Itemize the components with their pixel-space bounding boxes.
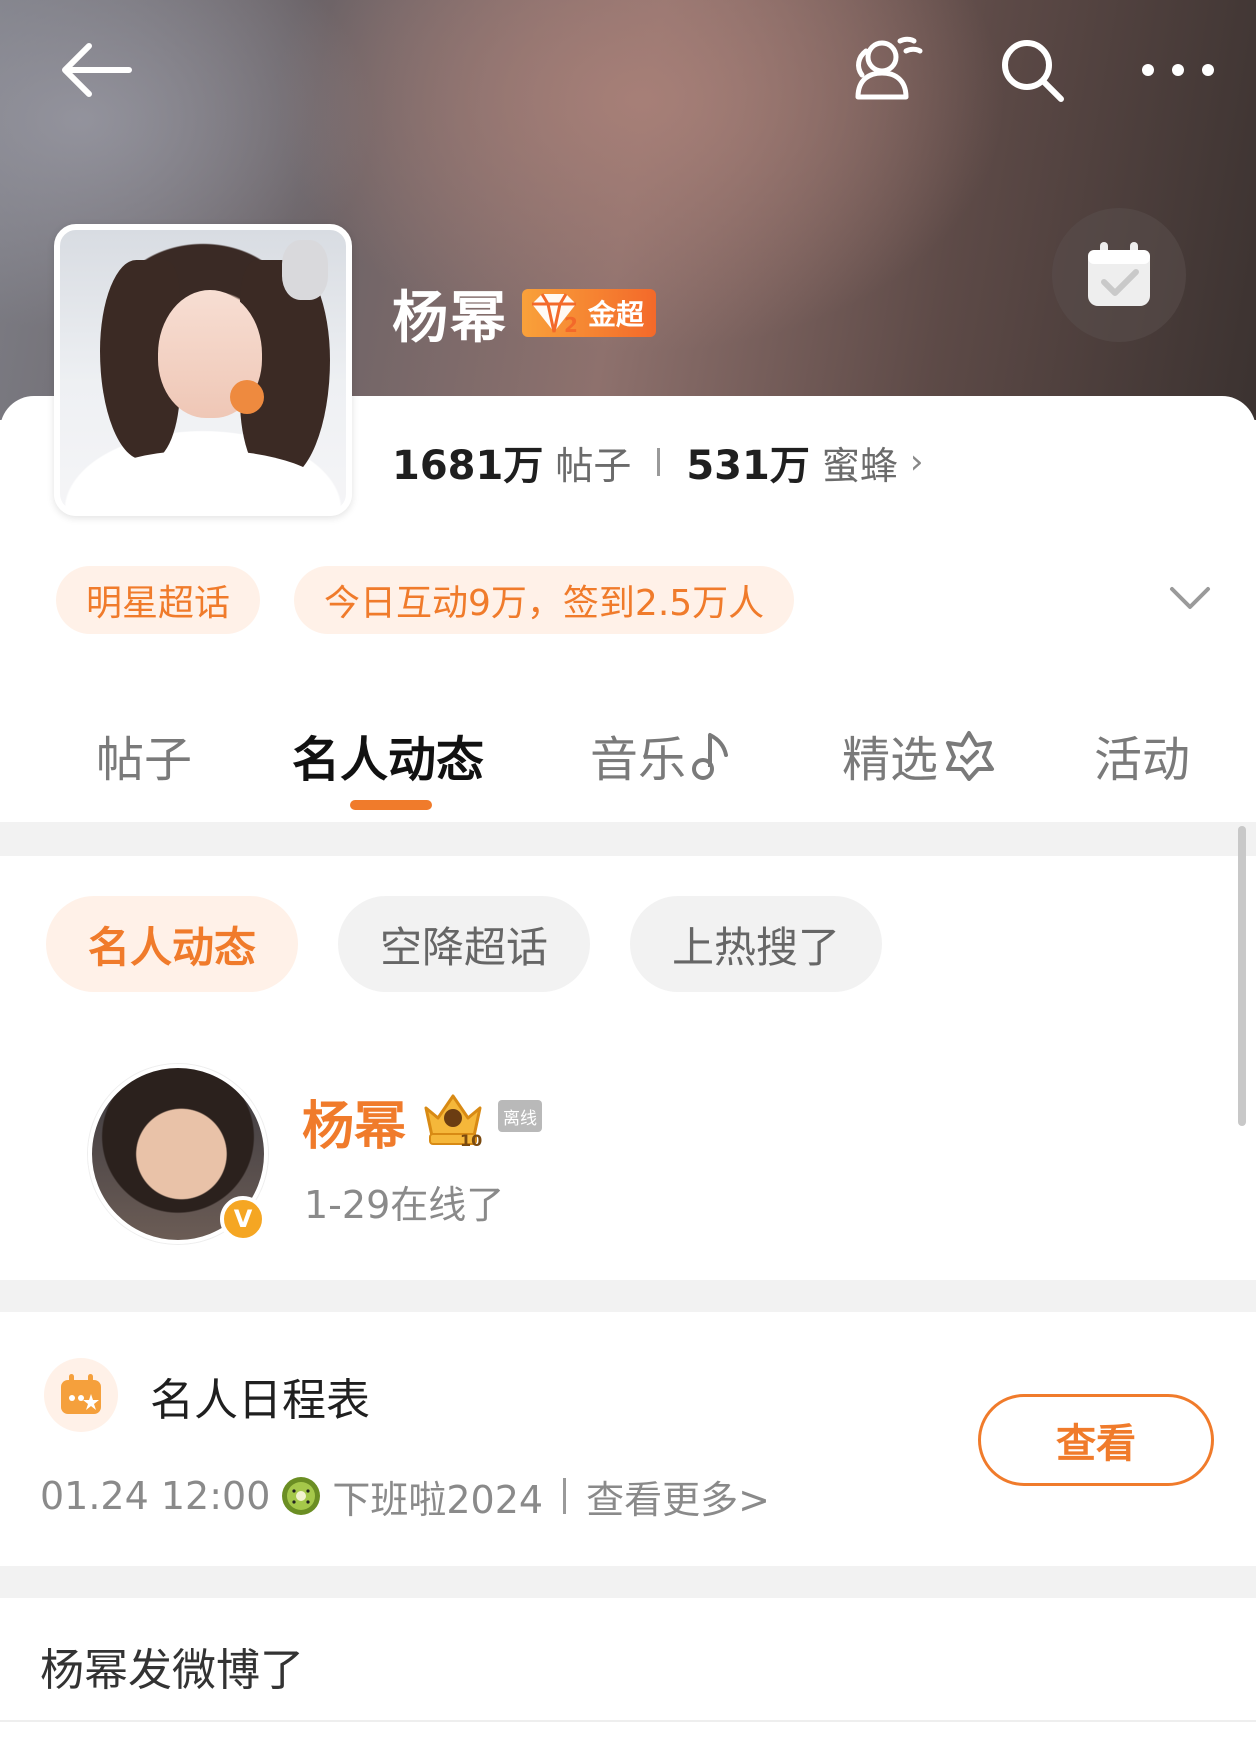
calendar-check-icon xyxy=(1088,242,1150,306)
diamond-icon: 2 xyxy=(532,293,578,334)
schedule-divider xyxy=(563,1478,567,1514)
verified-badge: V xyxy=(220,1196,266,1242)
chip-celebrity-updates[interactable]: 名人动态 xyxy=(46,896,299,992)
stats-row[interactable]: 1681万 帖子 531万 蜜蜂 › xyxy=(392,432,923,492)
super-topic-avatar[interactable] xyxy=(54,224,352,516)
avatar-flower xyxy=(230,380,264,414)
section-divider xyxy=(0,1280,1256,1312)
back-button[interactable] xyxy=(52,30,142,110)
super-topic-members-button[interactable] xyxy=(842,26,934,110)
music-note-icon xyxy=(692,733,729,780)
avatar-hair-bow xyxy=(282,240,328,300)
post-notice-title[interactable]: 杨幂发微博了 xyxy=(40,1634,304,1698)
schedule-calendar-icon xyxy=(44,1358,118,1432)
stats-divider xyxy=(657,448,661,476)
star-badge-icon xyxy=(946,731,995,781)
chip-trending[interactable]: 上热搜了 xyxy=(630,896,883,992)
schedule-title: 名人日程表 xyxy=(150,1375,370,1426)
arrow-left-icon xyxy=(62,43,132,97)
more-button[interactable] xyxy=(1132,34,1224,106)
tab-label: 活动 xyxy=(1094,732,1191,788)
profile-name-row: 杨幂 2 金超 xyxy=(392,278,657,351)
section-divider xyxy=(0,1566,1256,1598)
chevron-right-icon: › xyxy=(909,442,924,482)
fans-label: 蜜蜂 xyxy=(821,443,898,488)
fans-count: 531万 xyxy=(686,443,810,489)
tab-featured[interactable]: 精选 xyxy=(842,720,996,790)
schedule-info: 01.24 12:00 下班啦2024 查看更多> xyxy=(40,1466,770,1526)
filter-chips: 名人动态 空降超话 上热搜了 xyxy=(46,896,883,992)
tier-badge[interactable]: 2 金超 xyxy=(522,289,657,337)
tab-celebrity-updates[interactable]: 名人动态 xyxy=(292,720,484,790)
page: 杨幂 2 金超 1681万 帖子 531万 蜜蜂 › 明星超话 今日互动9万，签… xyxy=(0,0,1256,1746)
schedule-datetime: 01.24 12:00 xyxy=(40,1474,271,1518)
schedule-more-link[interactable]: 查看更多> xyxy=(586,1469,770,1524)
kiwi-icon xyxy=(282,1477,321,1515)
tab-activities[interactable]: 活动 xyxy=(1094,720,1190,790)
tab-label: 精选 xyxy=(842,732,939,788)
checkin-button[interactable] xyxy=(1052,208,1186,342)
celebrity-name[interactable]: 杨幂 xyxy=(302,1084,406,1159)
search-button[interactable] xyxy=(990,28,1074,112)
posts-label: 帖子 xyxy=(555,443,632,488)
crown-level: 10 xyxy=(460,1131,482,1148)
crown-icon: 10 xyxy=(420,1088,486,1150)
section-divider xyxy=(0,822,1256,856)
chevron-down-icon xyxy=(1170,587,1210,609)
tab-label: 名人动态 xyxy=(292,732,485,788)
tag-daily-activity[interactable]: 今日互动9万，签到2.5万人 xyxy=(294,566,795,634)
chip-airdrop-topic[interactable]: 空降超话 xyxy=(338,896,591,992)
scrollbar[interactable] xyxy=(1238,826,1246,1126)
offline-badge: 离线 xyxy=(498,1100,542,1132)
tier-badge-label: 金超 xyxy=(588,298,645,331)
posts-count: 1681万 xyxy=(392,443,544,489)
tab-label: 帖子 xyxy=(96,732,193,788)
schedule-event: 下班啦2024 xyxy=(332,1477,544,1522)
active-tab-indicator xyxy=(350,800,432,810)
tier-level: 2 xyxy=(564,313,578,334)
profile-name: 杨幂 xyxy=(392,285,508,351)
tab-posts[interactable]: 帖子 xyxy=(96,720,192,790)
search-icon xyxy=(1002,40,1064,102)
tab-bar: 帖子 名人动态 音乐 精选 活动 xyxy=(0,700,1256,820)
tab-music[interactable]: 音乐 xyxy=(590,720,734,790)
tab-label: 音乐 xyxy=(590,732,687,788)
expand-button[interactable] xyxy=(1166,574,1214,622)
view-schedule-button[interactable]: 查看 xyxy=(978,1394,1214,1486)
divider-line xyxy=(0,1720,1256,1722)
tags-row: 明星超话 今日互动9万，签到2.5万人 xyxy=(56,566,795,634)
more-icon xyxy=(1142,64,1214,76)
celebrity-online-status: 1-29在线了 xyxy=(304,1183,505,1227)
tag-star-super-topic[interactable]: 明星超话 xyxy=(56,566,261,634)
person-group-icon xyxy=(855,36,923,100)
